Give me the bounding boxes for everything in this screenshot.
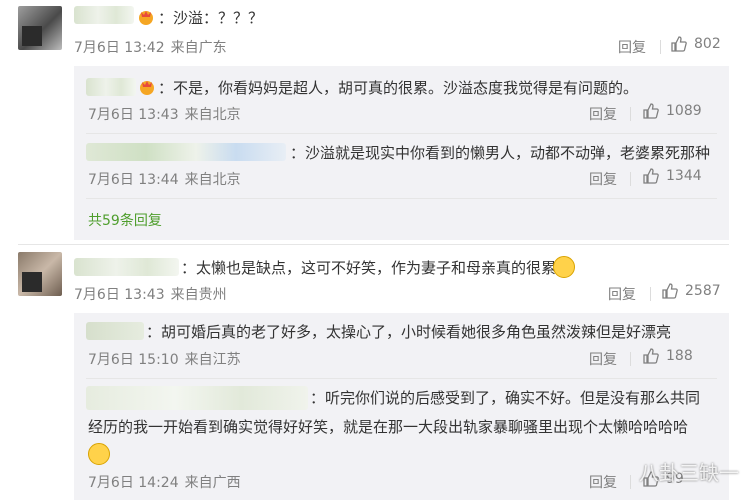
reply-date: 7月6日 14:24 (88, 475, 179, 491)
emoji-icon (88, 443, 110, 465)
comment-text: ：沙溢：？？？ (158, 9, 264, 27)
comment-divider (18, 244, 729, 245)
reply-meta: 7月6日 15:10 来自江苏 (88, 349, 241, 369)
like-count: 1344 (666, 168, 702, 184)
divider (86, 133, 717, 134)
reply-button[interactable]: 回复 (589, 169, 617, 189)
reply-text-continued: 经历的我一开始看到确实觉得好好笑，就是在那一大段出轨家暴聊骚里出现个太懒哈哈哈哈 (88, 418, 689, 436)
reply-button[interactable]: 回复 (589, 472, 617, 492)
comment-text: ：太懒也是缺点，这可不好笑，作为妻子和母亲真的很累 (181, 259, 557, 277)
divider (630, 352, 631, 366)
like-button[interactable]: 2587 (661, 282, 721, 300)
reply-source: 来自北京 (184, 107, 241, 123)
like-count: 2587 (685, 283, 721, 299)
username-blurred[interactable] (86, 386, 308, 410)
reply-text: ：听完你们说的后感受到了，确实不好。但是没有那么共同 (310, 389, 701, 407)
reply-source: 来自广西 (184, 475, 241, 491)
username-blurred[interactable] (86, 143, 286, 161)
avatar[interactable] (18, 6, 62, 50)
comment-source: 来自贵州 (170, 287, 227, 303)
reply-text: ：不是，你看妈妈是超人，胡可真的很累。沙溢态度我觉得是有问题的。 (158, 79, 639, 97)
reply-meta: 7月6日 14:24 来自广西 (88, 472, 241, 492)
more-replies-link[interactable]: 共59条回复 (88, 210, 162, 230)
like-button[interactable]: 188 (642, 347, 693, 365)
comment-source: 来自广东 (170, 40, 227, 56)
thumbs-up-icon (671, 36, 687, 52)
divider (650, 287, 651, 301)
vip-badge-icon (139, 11, 153, 25)
thumbs-up-icon (643, 103, 659, 119)
divider (86, 198, 717, 199)
like-button[interactable]: 1344 (642, 167, 702, 185)
username-blurred[interactable] (86, 78, 136, 96)
reply-text: ：沙溢就是现实中你看到的懒男人，动都不动弹，老婆累死那种 (290, 144, 711, 162)
like-count: 188 (666, 348, 693, 364)
thumbs-up-icon (662, 283, 678, 299)
divider (630, 172, 631, 186)
divider (630, 107, 631, 121)
reply-meta: 7月6日 13:43 来自北京 (88, 104, 241, 124)
username-blurred[interactable] (74, 258, 179, 276)
reply-button[interactable]: 回复 (589, 104, 617, 124)
avatar[interactable] (18, 252, 62, 296)
reply-button[interactable]: 回复 (589, 349, 617, 369)
thumbs-up-icon (643, 168, 659, 184)
reply-source: 来自江苏 (184, 352, 241, 368)
comment-meta: 7月6日 13:43 来自贵州 (74, 284, 227, 304)
reply-date: 7月6日 13:44 (88, 172, 179, 188)
reply-button[interactable]: 回复 (608, 284, 636, 304)
reply-date: 7月6日 13:43 (88, 107, 179, 123)
comment-date: 7月6日 13:43 (74, 287, 165, 303)
vip-badge-icon (140, 81, 154, 95)
comment-date: 7月6日 13:42 (74, 40, 165, 56)
reply-meta: 7月6日 13:44 来自北京 (88, 169, 241, 189)
reply-source: 来自北京 (184, 172, 241, 188)
reply-button[interactable]: 回复 (618, 37, 646, 57)
username-blurred[interactable] (86, 322, 144, 340)
reply-text: ：胡可婚后真的老了好多，太操心了，小时候看她很多角色虽然泼辣但是好漂亮 (146, 323, 672, 341)
thumbs-up-icon (643, 348, 659, 364)
divider (86, 378, 717, 379)
like-button[interactable]: 802 (670, 35, 721, 53)
like-count: 802 (694, 36, 721, 52)
divider (630, 475, 631, 489)
like-button[interactable]: 1089 (642, 102, 702, 120)
comment-meta: 7月6日 13:42 来自广东 (74, 37, 227, 57)
like-count: 1089 (666, 103, 702, 119)
watermark: 八卦三缺一 (639, 461, 739, 485)
username-blurred[interactable] (74, 6, 134, 24)
divider (660, 40, 661, 54)
reply-date: 7月6日 15:10 (88, 352, 179, 368)
emoji-icon (553, 256, 575, 278)
